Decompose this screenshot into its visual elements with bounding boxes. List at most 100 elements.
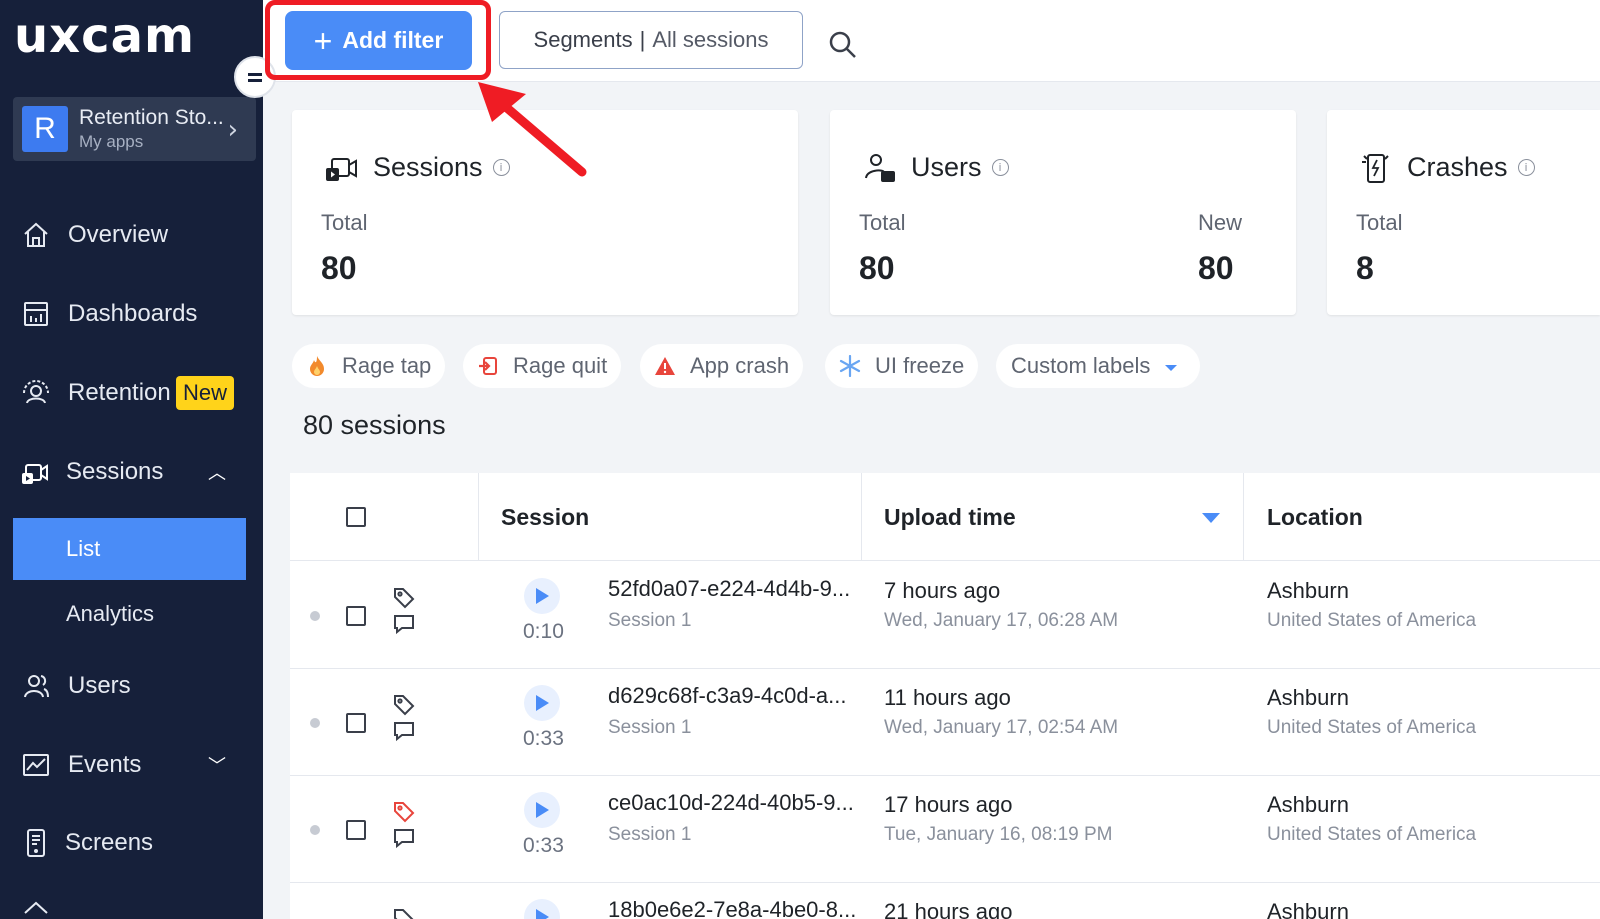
tag-icon[interactable] [393,694,415,721]
location-country: United States of America [1267,824,1477,845]
plus-icon: + [313,22,333,59]
sessions-total-label: Total [321,210,368,235]
table-header: Session Upload time Location [290,473,1600,561]
play-button[interactable] [524,685,560,721]
session-name: Session 1 [608,717,692,738]
sidebar-item-screens[interactable]: Screens [0,817,263,869]
users-metric-card: Users i Total 80 New 80 [830,110,1296,315]
tag-icon[interactable] [393,908,415,919]
add-filter-button[interactable]: + Add filter [285,11,472,70]
comment-icon[interactable] [393,827,415,854]
sidebar-item-more[interactable] [0,896,263,919]
sidebar-item-label: Overview [68,221,169,248]
crashes-metric-card: Crashes i Total 8 [1327,110,1600,315]
sidebar-item-events[interactable]: Events ﹀ [0,739,263,791]
segments-separator: | [639,27,646,52]
column-header-location[interactable]: Location [1267,473,1363,561]
uxcam-logo[interactable]: uxcam [14,8,195,64]
sidebar-item-sessions[interactable]: Sessions ︿ [0,446,263,498]
sidebar-item-users[interactable]: Users [0,660,263,712]
chip-label: Custom labels [1011,353,1151,378]
upload-time: Wed, January 17, 02:54 AM [884,717,1119,738]
sidebar-item-retention[interactable]: Retention New [0,367,263,419]
card-title-text: Sessions [373,152,483,182]
row-checkbox[interactable] [346,606,366,626]
segments-selector[interactable]: Segments | All sessions [499,11,803,69]
table-row[interactable]: 0:33 d629c68f-c3a9-4c0d-a... Session 1 1… [290,669,1600,776]
row-checkbox[interactable] [346,713,366,733]
comment-icon[interactable] [393,720,415,747]
play-button[interactable] [524,899,560,919]
session-id[interactable]: 52fd0a07-e224-4d4b-9... [608,576,850,602]
segments-label: Segments [533,27,633,52]
chevron-down-icon[interactable]: ﹀ [208,752,226,778]
app-name: Retention Sto... [79,106,224,129]
search-button[interactable] [826,28,860,62]
table-row[interactable]: 0:33 ce0ac10d-224d-40b5-9... Session 1 1… [290,776,1600,883]
comment-icon[interactable] [393,613,415,640]
annotation-arrow-icon [478,82,587,177]
sidebar-collapse-button[interactable] [234,56,276,98]
chip-label: UI freeze [875,353,965,378]
sidebar-item-label: Events [68,751,142,778]
sidebar-subitem-analytics[interactable]: Analytics [13,583,246,645]
sidebar-item-label: Dashboards [68,300,198,327]
sessions-total-value: 80 [321,250,357,286]
session-name: Session 1 [608,610,692,631]
app-avatar: R [22,106,68,152]
crash-phone-icon [1358,150,1394,186]
select-all-checkbox[interactable] [346,507,366,527]
session-duration: 0:33 [523,834,564,857]
session-id[interactable]: ce0ac10d-224d-40b5-9... [608,790,854,816]
chip-ui-freeze[interactable]: UI freeze [825,344,979,388]
sidebar-subitem-list[interactable]: List [13,518,246,580]
session-count: 80 sessions [303,410,446,440]
session-id[interactable]: d629c68f-c3a9-4c0d-a... [608,683,847,709]
session-id[interactable]: 18b0e6e2-7e8a-4be0-8... [608,897,856,919]
table-row[interactable]: 18b0e6e2-7e8a-4be0-8... 21 hours ago Ash… [290,883,1600,919]
sidebar-item-label: Users [68,672,131,699]
upload-relative-time: 11 hours ago [884,685,1011,710]
dashboard-icon [20,298,52,330]
sidebar-item-dashboards[interactable]: Dashboards [0,288,263,340]
chevron-right-icon: › [227,115,238,145]
app-switcher[interactable]: R Retention Sto... My apps › [13,97,256,161]
crashes-total-value: 8 [1356,250,1374,286]
play-icon [536,802,549,818]
chip-app-crash[interactable]: App crash [640,344,804,388]
location-country: United States of America [1267,717,1477,738]
column-header-session[interactable]: Session [501,473,589,561]
users-icon [20,670,52,702]
chip-custom-labels[interactable]: Custom labels [996,344,1201,388]
chevron-up-icon[interactable]: ︿ [208,459,226,485]
add-filter-label: Add filter [342,27,444,53]
collapse-icon [248,72,262,76]
partial-nav-icon [20,896,52,919]
column-header-upload-time[interactable]: Upload time [884,473,1016,561]
play-button[interactable] [524,578,560,614]
screens-icon [20,827,52,859]
users-icon [862,150,898,186]
row-checkbox[interactable] [346,820,366,840]
info-icon[interactable]: i [991,159,1009,176]
caret-down-icon [1164,353,1178,379]
new-badge: New [176,376,235,410]
location-city: Ashburn [1267,685,1349,710]
upload-time: Wed, January 17, 06:28 AM [884,610,1119,631]
play-icon [536,909,549,919]
play-button[interactable] [524,792,560,828]
app-subtitle: My apps [79,132,144,151]
chip-rage-tap[interactable]: Rage tap [292,344,446,388]
chip-label: Rage tap [342,353,432,378]
tag-icon[interactable] [393,801,415,828]
tag-icon[interactable] [393,587,415,614]
sort-desc-icon[interactable] [1201,511,1221,529]
exit-icon [477,355,499,377]
segments-value: All sessions [652,27,769,52]
card-title-text: Crashes [1407,152,1508,182]
chip-rage-quit[interactable]: Rage quit [463,344,622,388]
info-icon[interactable]: i [1517,159,1535,176]
users-new-value: 80 [1198,250,1234,286]
table-row[interactable]: 0:10 52fd0a07-e224-4d4b-9... Session 1 7… [290,562,1600,669]
sidebar-item-overview[interactable]: Overview [0,209,263,261]
